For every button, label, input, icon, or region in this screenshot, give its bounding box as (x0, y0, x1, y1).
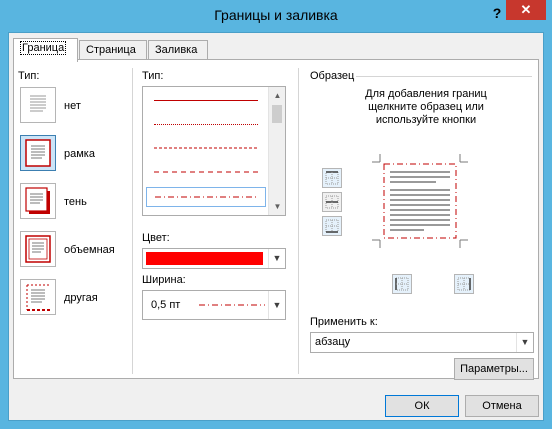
close-button[interactable]: ✕ (506, 0, 546, 20)
border-shadow-icon (25, 187, 50, 214)
style-option-dash-dot[interactable] (146, 187, 266, 207)
ok-button[interactable]: ОК (385, 395, 459, 417)
tab-page-border-label: Страница (86, 44, 136, 56)
chevron-down-icon[interactable]: ▼ (516, 333, 533, 352)
setting-none-label: нет (64, 100, 81, 112)
style-solid-line (154, 100, 258, 101)
cancel-button[interactable]: Отмена (465, 395, 539, 417)
style-scrollbar[interactable]: ▲ ▼ (268, 87, 285, 215)
dialog-client: Граница Страница Заливка Тип: нет рамка … (8, 32, 544, 421)
tab-border-label: Граница (20, 41, 67, 55)
title-bar: Границы и заливка ? ✕ (0, 0, 552, 32)
preview-header-rule (356, 76, 532, 77)
style-dotted-line (154, 124, 258, 125)
apply-to-label: Применить к: (310, 316, 378, 328)
style-option-dotted[interactable] (146, 115, 266, 135)
style-label: Тип: (142, 70, 164, 82)
window-title: Границы и заливка (214, 7, 338, 23)
inside-horizontal-border-button[interactable] (322, 192, 342, 212)
tab-page-border[interactable]: Страница (79, 40, 147, 60)
border-bottom-icon (325, 219, 339, 233)
style-dash-dot-line (155, 196, 259, 198)
border-custom-icon (26, 284, 50, 311)
options-button[interactable]: Параметры... (454, 358, 534, 380)
style-option-dashed-small[interactable] (146, 139, 266, 159)
setting-shadow-label: тень (64, 196, 87, 208)
apply-to-select[interactable]: абзацу ▼ (310, 332, 534, 353)
border-3d-icon (25, 235, 51, 263)
style-listbox[interactable]: ▲ ▼ (142, 86, 286, 216)
setting-3d-label: объемная (64, 244, 115, 256)
tab-shading[interactable]: Заливка (148, 40, 208, 60)
border-box-icon (25, 139, 51, 167)
apply-to-value: абзацу (315, 336, 351, 348)
setting-custom-button[interactable] (20, 279, 56, 315)
bottom-border-button[interactable] (322, 216, 342, 236)
border-tab-panel: Тип: нет рамка тень объемная другая Тип:… (13, 59, 539, 380)
width-preview-line (199, 304, 265, 306)
setting-shadow-button[interactable] (20, 183, 56, 219)
border-between-icon (325, 195, 339, 209)
color-swatch (146, 252, 263, 265)
border-left-icon (395, 277, 409, 291)
column-divider-left (132, 68, 133, 374)
chevron-down-icon[interactable]: ▼ (268, 291, 285, 319)
color-picker[interactable]: ▼ (142, 248, 286, 269)
preview-hint: Для добавления границ щелкните образец и… (365, 88, 487, 126)
border-top-icon (325, 171, 339, 185)
column-divider-right (298, 68, 299, 374)
color-label: Цвет: (142, 232, 170, 244)
tab-border[interactable]: Граница (13, 38, 78, 62)
style-option-dashed[interactable] (146, 163, 266, 183)
scroll-down-icon[interactable]: ▼ (269, 198, 285, 215)
style-option-solid[interactable] (146, 91, 266, 111)
setting-label: Тип: (18, 70, 40, 82)
left-border-button[interactable] (392, 274, 412, 294)
scroll-thumb[interactable] (272, 105, 282, 123)
top-border-button[interactable] (322, 168, 342, 188)
setting-box-label: рамка (64, 148, 95, 160)
width-select[interactable]: 0,5 пт ▼ (142, 290, 286, 320)
border-right-icon (457, 277, 471, 291)
scroll-up-icon[interactable]: ▲ (269, 87, 285, 104)
setting-custom-label: другая (64, 292, 98, 304)
style-dashed-small-line (154, 147, 258, 149)
preview-label: Образец (310, 70, 355, 82)
dialog-window: Границы и заливка ? ✕ Граница Страница З… (0, 0, 552, 429)
right-border-button[interactable] (454, 274, 474, 294)
border-none-icon (30, 95, 46, 112)
chevron-down-icon[interactable]: ▼ (268, 249, 285, 268)
border-preview[interactable] (354, 154, 486, 264)
setting-none-button[interactable] (20, 87, 56, 123)
style-dashed-line (154, 171, 258, 173)
width-label: Ширина: (142, 274, 186, 286)
tab-shading-label: Заливка (155, 44, 198, 56)
setting-3d-button[interactable] (20, 231, 56, 267)
width-value: 0,5 пт (151, 299, 181, 311)
setting-box-button[interactable] (20, 135, 56, 171)
